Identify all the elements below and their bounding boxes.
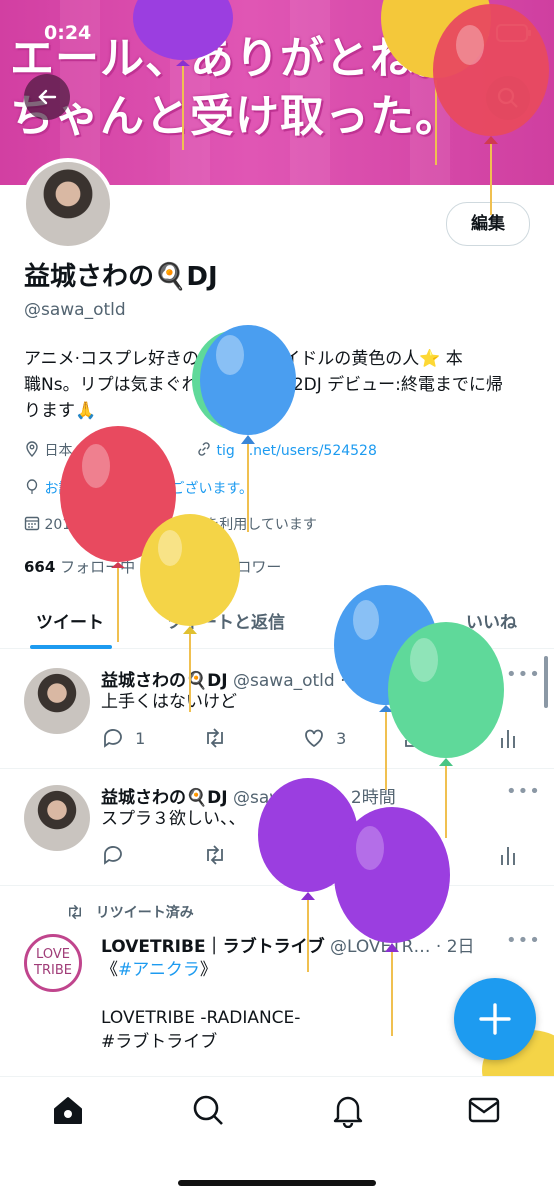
retweet-icon — [69, 904, 81, 920]
network-label: 4G — [466, 22, 491, 41]
tweet-header: 益城さわの🍳DJ @sawa_otld · 2時間 — [101, 671, 396, 691]
tweet-avatar[interactable] — [24, 785, 90, 851]
arrow-left-icon — [38, 89, 57, 105]
profile-name: 益城さわの🍳DJ — [24, 262, 218, 292]
tab-likes[interactable]: いいね — [466, 608, 517, 633]
status-time: 0:24 — [44, 22, 92, 44]
nav-search[interactable] — [190, 1092, 230, 1132]
back-button[interactable] — [24, 74, 70, 120]
following-link[interactable]: 664 フォロー中 — [24, 558, 135, 576]
more-icon[interactable]: ••• — [506, 664, 541, 685]
balloon-icon — [26, 479, 38, 494]
reply-icon — [104, 846, 122, 865]
heart-icon — [305, 729, 323, 748]
battery-icon — [496, 24, 532, 47]
nav-messages[interactable] — [466, 1092, 506, 1132]
profile-link-row[interactable]: tig .net/users/524528 — [196, 440, 377, 460]
nav-notifications[interactable] — [330, 1092, 370, 1132]
search-icon — [193, 1095, 223, 1125]
reply-icon — [104, 729, 122, 748]
follow-counts: 664 フォロー中 1,203 フォロワー — [24, 556, 281, 577]
analytics-icon — [501, 730, 515, 748]
tweet-avatar[interactable] — [24, 668, 90, 734]
profile-handle: @sawa_otld — [24, 300, 126, 320]
home-indicator[interactable] — [178, 1180, 376, 1186]
followers-link[interactable]: 1,203 フォロワー — [154, 558, 281, 576]
search-icon — [497, 87, 518, 108]
retweet-button[interactable] — [202, 726, 228, 754]
hashtag-link[interactable]: #アニクラ — [118, 960, 200, 980]
link-icon — [198, 442, 210, 456]
analytics-icon — [501, 847, 515, 865]
mail-icon — [468, 1097, 500, 1123]
birthday-row: お誕生日おめでとうございます。 — [24, 478, 253, 498]
tweet-text: 上手くはないけど — [101, 692, 237, 712]
profile-link[interactable]: tig .net/users/524528 — [216, 443, 376, 459]
location-icon — [26, 441, 38, 457]
like-button[interactable]: 3 — [302, 726, 346, 750]
tweet-header: 益城さわの🍳DJ @sawa_otld · 2時間 — [101, 788, 396, 808]
joined-row: 2015年12月から Twitterを利用しています — [24, 514, 317, 534]
scrollbar[interactable] — [544, 656, 548, 708]
profile-avatar[interactable] — [22, 158, 114, 250]
tweet-text: 《#アニクラ》 — [101, 960, 217, 980]
bell-icon — [333, 1096, 363, 1129]
like-button[interactable] — [302, 843, 326, 871]
home-icon — [54, 1097, 82, 1124]
hashtag-link[interactable]: #ラブトライブ — [101, 1030, 217, 1054]
heart-icon — [305, 846, 323, 865]
plus-icon — [479, 1003, 511, 1035]
tweet-item[interactable]: 益城さわの🍳DJ @sawa_otld · 2時間 ••• スプラ３欲しい、、 — [0, 769, 554, 886]
tweet-text: LOVETRIBE -RADIANCE- — [101, 1008, 301, 1028]
tweet-text: スプラ３欲しい、、 — [101, 809, 246, 829]
tweet-avatar[interactable]: LOVE TRIBE — [24, 934, 82, 992]
more-icon[interactable]: ••• — [506, 930, 541, 951]
analytics-button[interactable] — [498, 726, 518, 754]
tweet-header: LOVETRIBE｜ラブトライブ @LOVETR… · 2日 — [101, 937, 475, 957]
share-icon — [405, 727, 423, 747]
tweet-item[interactable]: 益城さわの🍳DJ @sawa_otld · 2時間 ••• 上手くはないけど 1… — [0, 650, 554, 769]
profile-banner[interactable]: エール、ありがとね。 ちゃんと受け取った。 0:24 4G — [0, 0, 554, 185]
retweet-icon — [207, 845, 223, 865]
nav-home[interactable] — [50, 1092, 90, 1132]
tab-tweets[interactable]: ツイート — [36, 608, 104, 633]
tab-media[interactable]: メディア — [336, 608, 403, 633]
profile-bio: アニメ·コスプレ好きの く。元アイドルの黄色の人⭐ 本 職Ns。リプは気まぐれ … — [24, 349, 503, 421]
tab-tweets-replies[interactable]: ツイートと返信 — [166, 608, 285, 633]
retweet-button[interactable] — [202, 843, 228, 871]
profile-tabs: ツイート ツイートと返信 メディア いいね — [0, 592, 554, 649]
calendar-icon — [24, 516, 40, 531]
compose-tweet-button[interactable] — [454, 978, 536, 1060]
more-icon[interactable]: ••• — [506, 781, 541, 802]
active-tab-indicator — [30, 645, 112, 649]
edit-profile-button[interactable]: 編集 — [446, 202, 530, 246]
analytics-button[interactable] — [498, 843, 518, 871]
search-button[interactable] — [486, 76, 530, 120]
banner-text: エール、ありがとね。 ちゃんと受け取った。 — [10, 33, 460, 142]
retweeted-indicator: リツイート済み — [64, 902, 194, 922]
signal-icon — [434, 24, 460, 44]
reply-button[interactable]: 1 — [101, 726, 145, 750]
retweet-icon — [207, 728, 223, 748]
share-icon — [405, 844, 423, 864]
share-button[interactable] — [402, 726, 426, 754]
location-row: 日本 県→関東 — [24, 440, 154, 460]
reply-button[interactable] — [101, 843, 125, 871]
share-button[interactable] — [402, 843, 426, 871]
